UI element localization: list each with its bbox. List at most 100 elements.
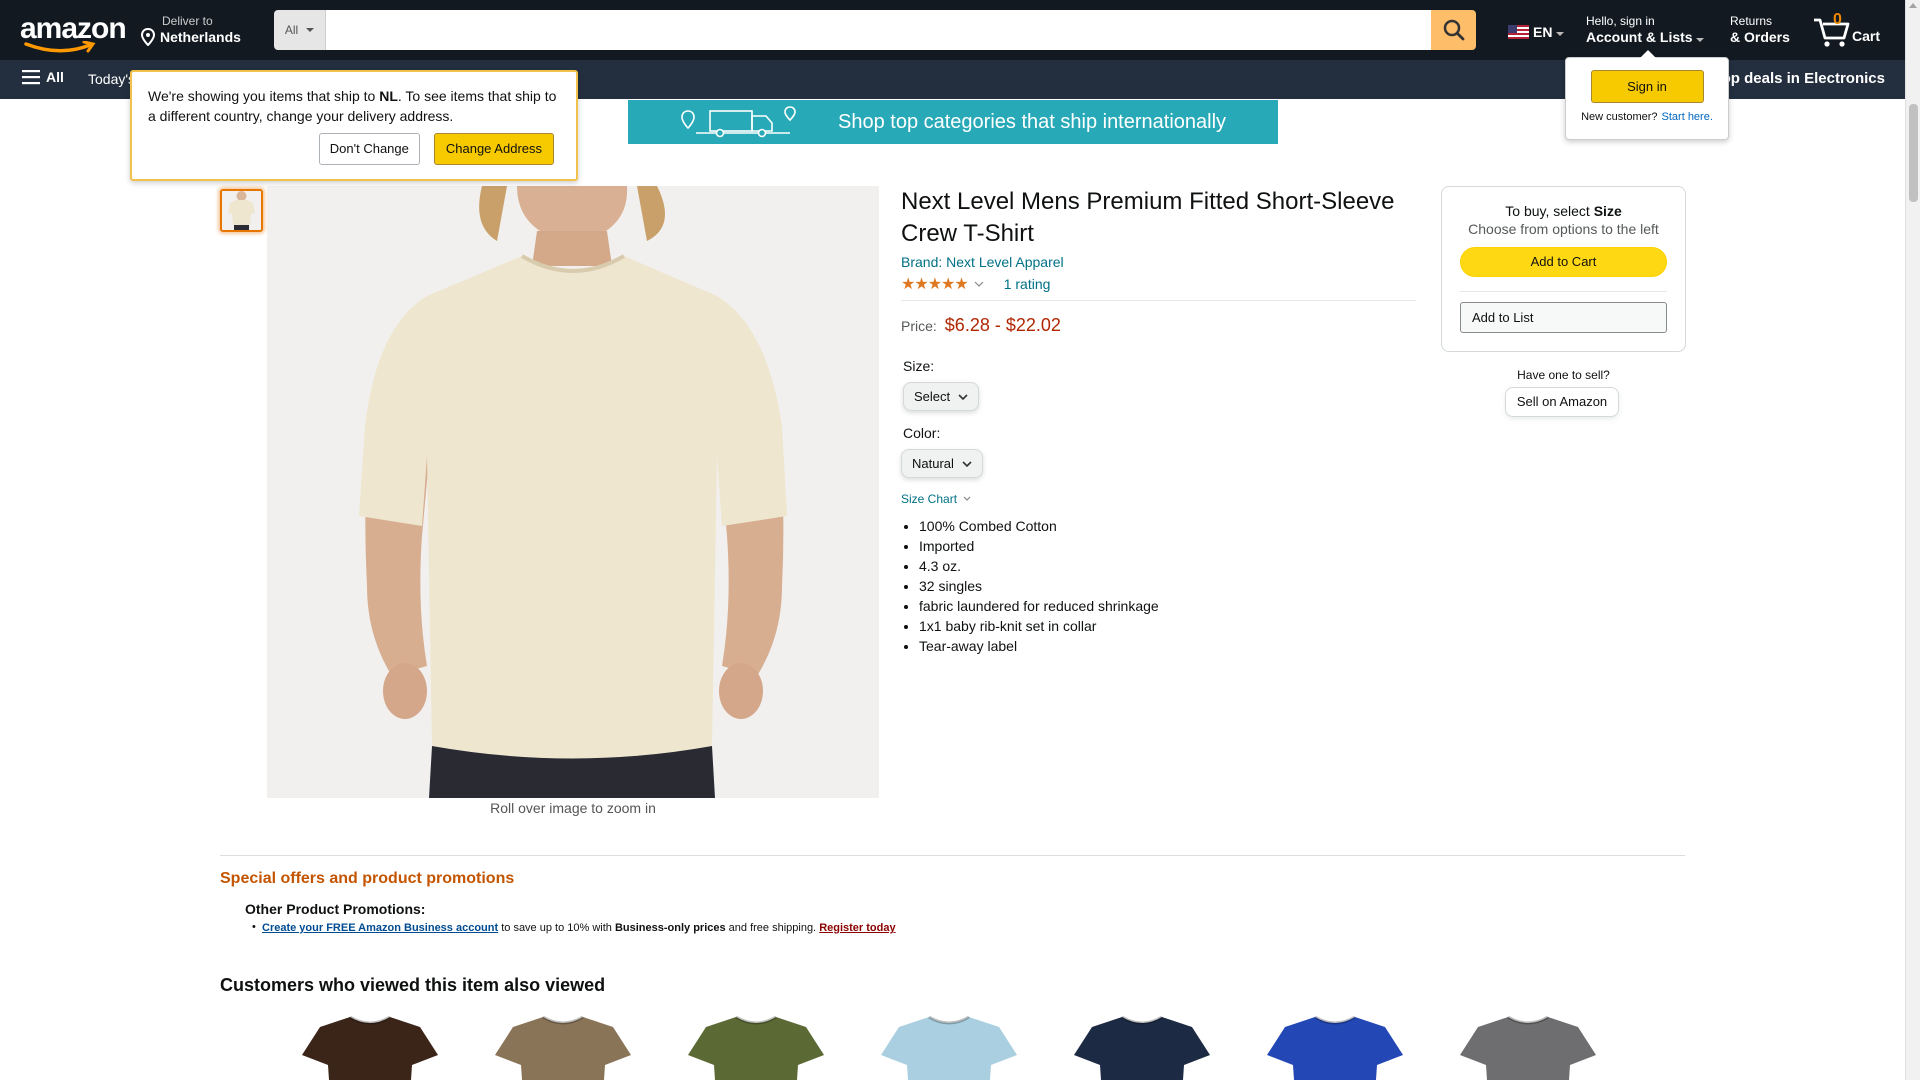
buy-instruction-size: Size [1593,203,1622,219]
sell-on-amazon-button[interactable]: Sell on Amazon [1505,387,1619,417]
create-business-account-link[interactable]: Create your FREE Amazon Business account [262,922,498,934]
also-viewed-heading: Customers who viewed this item also view… [220,975,606,995]
search-category-label: All [284,23,299,37]
subnav-todays-deals[interactable]: Today's [88,71,135,87]
feature-bullet: Tear-away label [919,636,1416,656]
register-today-link[interactable]: Register today [819,922,895,934]
color-dropdown[interactable]: Natural [901,449,983,478]
rating-count-link[interactable]: 1 rating [1004,276,1051,292]
feature-bullet: fabric laundered for reduced shrinkage [919,596,1416,616]
caret-down-icon [1696,38,1705,42]
feature-bullet: Imported [919,536,1416,556]
logo-smile-icon [24,41,96,53]
page-scrollbar[interactable] [1905,0,1920,1080]
search-button[interactable] [1431,10,1476,50]
other-promotions-label: Other Product Promotions: [245,901,426,917]
size-dropdown[interactable]: Select [903,382,980,411]
all-menu-label: All [46,69,64,85]
promo-text: to save up to 10% with [498,922,615,934]
delivery-truck-icon [681,106,796,138]
price-row: Price: $6.28 - $22.02 [901,315,1416,336]
banner-text: Shop top categories that ship internatio… [838,110,1227,133]
search-icon [1443,19,1464,41]
add-to-cart-button[interactable]: Add to Cart [1460,247,1667,277]
chevron-down-icon [958,393,968,400]
amazon-logo[interactable]: amazon [20,14,127,53]
subnav-electronics-deals[interactable]: Shop deals in Electronics [1702,70,1885,87]
all-menu-button[interactable]: All [22,69,64,85]
caret-down-icon [1556,32,1565,36]
deliver-country: Netherlands [160,29,241,45]
zoom-hint: Roll over image to zoom in [490,800,656,816]
feature-bullet: 1x1 baby rib-knit set in collar [919,616,1416,636]
ship-to-message: We're showing you items that ship to NL.… [148,86,560,126]
feature-bullet: 4.3 oz. [919,556,1416,576]
scroll-up-arrow-icon[interactable] [1909,3,1917,8]
tshirt-model-image [267,186,879,798]
chevron-down-icon [962,460,972,467]
buy-instruction: To buy, select Size [1442,203,1685,219]
size-label: Size: [903,358,935,374]
have-one-to-sell: Have one to sell? [1517,368,1610,382]
ship-to-popover: We're showing you items that ship to NL.… [130,70,578,181]
tshirt-thumbnail-image [222,191,261,230]
also-viewed-tshirt-image[interactable] [300,1015,440,1080]
product-main-image[interactable] [267,186,879,798]
hamburger-menu-icon [22,70,40,85]
search-input[interactable] [326,10,1431,50]
also-viewed-tshirt-image[interactable] [1072,1015,1212,1080]
deliver-to[interactable]: Deliver to Netherlands [140,14,241,46]
top-navbar: amazon Deliver to Netherlands All EN Hel… [0,0,1905,60]
deliver-to-label: Deliver to [162,14,213,28]
orders-label: & Orders [1730,29,1790,45]
section-divider [220,855,1685,856]
star-rating-icon[interactable]: ★★★★★ [901,274,969,294]
product-details: Next Level Mens Premium Fitted Short-Sle… [901,186,1416,656]
product-thumbnail[interactable] [220,189,263,232]
account-lists[interactable]: Hello, sign in Account & Lists [1586,14,1705,46]
product-title: Next Level Mens Premium Fitted Short-Sle… [901,188,1395,247]
ship-country: NL [379,88,398,104]
color-dropdown-value: Natural [912,456,954,471]
size-chart-link[interactable]: Size Chart [901,492,1416,506]
business-promo: Create your FREE Amazon Business account… [252,921,896,934]
account-lists-label: Account & Lists [1586,29,1693,45]
also-viewed-tshirt-image[interactable] [1265,1015,1405,1080]
promo-bold-text: Business-only prices [614,922,726,934]
cart-icon [1814,18,1850,47]
also-viewed-tshirt-image[interactable] [686,1015,826,1080]
price-label: Price: [901,318,937,334]
returns-label: Returns [1730,14,1773,28]
promo-text: and free shipping. [725,922,820,934]
chevron-down-icon[interactable] [974,280,984,288]
cart-count: 0 [1833,11,1842,28]
sign-in-button[interactable]: Sign in [1590,70,1704,103]
start-here-link[interactable]: Start here. [1662,111,1713,123]
account-greeting: Hello, sign in [1586,14,1655,28]
location-pin-icon [140,28,156,46]
cart-button[interactable]: 0 Cart [1812,10,1888,50]
caret-down-icon [306,28,315,32]
add-to-list-button[interactable]: Add to List [1460,302,1667,333]
signin-popover: Sign in New customer? Start here. [1565,50,1729,140]
also-viewed-tshirt-image[interactable] [879,1015,1019,1080]
change-address-button[interactable]: Change Address [433,133,554,165]
also-viewed-tshirt-image[interactable] [1458,1015,1598,1080]
language-label: EN [1533,24,1553,40]
new-customer-text: New customer? Start here. [1566,111,1728,123]
dont-change-button[interactable]: Don't Change [318,133,420,165]
price-range: $6.28 - $22.02 [944,315,1061,335]
language-selector[interactable]: EN [1508,24,1565,40]
chevron-down-icon [963,496,971,501]
returns-orders[interactable]: Returns & Orders [1730,14,1790,46]
brand-link[interactable]: Brand: Next Level Apparel [901,254,1416,270]
new-customer-label: New customer? [1581,111,1658,123]
search-category-dropdown[interactable]: All [274,10,326,50]
buy-choose-hint: Choose from options to the left [1468,221,1659,237]
international-shipping-banner[interactable]: Shop top categories that ship internatio… [628,100,1278,144]
size-dropdown-value: Select [914,389,951,404]
also-viewed-tshirt-image[interactable] [493,1015,633,1080]
us-flag-icon [1508,25,1529,39]
buy-box: To buy, select Size Choose from options … [1441,186,1686,352]
scroll-thumb[interactable] [1909,104,1918,202]
